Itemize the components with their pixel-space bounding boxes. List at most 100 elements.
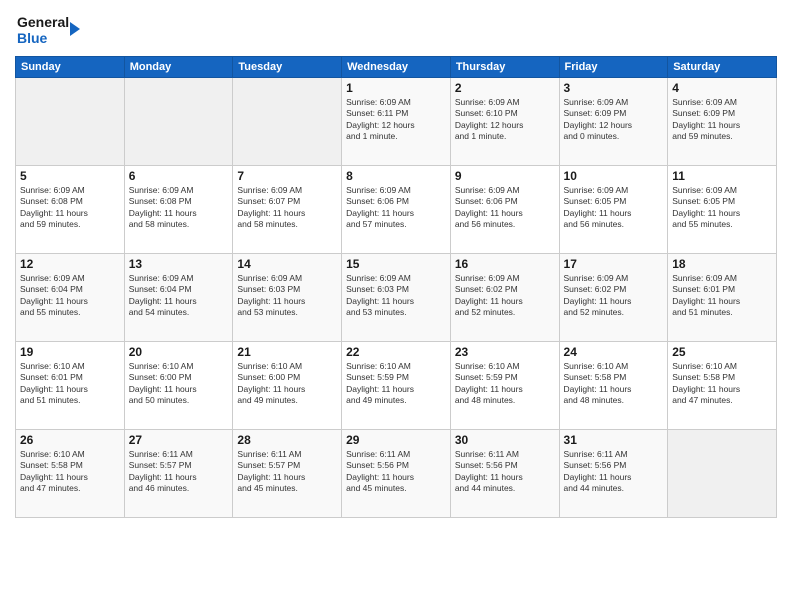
day-info: Sunrise: 6:10 AM Sunset: 5:58 PM Dayligh… <box>20 449 120 495</box>
day-number: 10 <box>564 169 664 183</box>
calendar-cell: 1 Sunrise: 6:09 AM Sunset: 6:11 PM Daylig… <box>342 78 451 166</box>
calendar-cell <box>668 430 777 518</box>
day-info: Sunrise: 6:10 AM Sunset: 6:01 PM Dayligh… <box>20 361 120 407</box>
calendar-cell: 7 Sunrise: 6:09 AM Sunset: 6:07 PM Daylig… <box>233 166 342 254</box>
calendar-cell: 29 Sunrise: 6:11 AM Sunset: 5:56 PM Dayli… <box>342 430 451 518</box>
logo: GeneralBlue <box>15 10 85 48</box>
calendar-cell <box>16 78 125 166</box>
day-info: Sunrise: 6:10 AM Sunset: 5:58 PM Dayligh… <box>672 361 772 407</box>
calendar-cell: 19Sunrise: 6:10 AM Sunset: 6:01 PM Dayli… <box>16 342 125 430</box>
calendar-cell: 27Sunrise: 6:11 AM Sunset: 5:57 PM Dayli… <box>124 430 233 518</box>
day-number: 16 <box>455 257 555 271</box>
svg-text:Blue: Blue <box>17 30 48 46</box>
calendar-cell: 25 Sunrise: 6:10 AM Sunset: 5:58 PM Dayli… <box>668 342 777 430</box>
weekday-header-tuesday: Tuesday <box>233 57 342 78</box>
day-number: 14 <box>237 257 337 271</box>
svg-text:General: General <box>17 14 69 30</box>
weekday-header-sunday: Sunday <box>16 57 125 78</box>
weekday-header-monday: Monday <box>124 57 233 78</box>
day-number: 1 <box>346 81 446 95</box>
calendar-cell: 2Sunrise: 6:09 AM Sunset: 6:10 PM Daylig… <box>450 78 559 166</box>
day-number: 29 <box>346 433 446 447</box>
day-info: Sunrise: 6:10 AM Sunset: 6:00 PM Dayligh… <box>237 361 337 407</box>
day-info: Sunrise: 6:09 AM Sunset: 6:03 PM Dayligh… <box>346 273 446 319</box>
calendar-week-3: 12 Sunrise: 6:09 AM Sunset: 6:04 PM Dayli… <box>16 254 777 342</box>
day-info: Sunrise: 6:09 AM Sunset: 6:05 PM Dayligh… <box>564 185 664 231</box>
calendar-page: GeneralBlue SundayMondayTuesdayWednesday… <box>0 0 792 612</box>
calendar-cell: 3Sunrise: 6:09 AM Sunset: 6:09 PM Daylig… <box>559 78 668 166</box>
day-info: Sunrise: 6:10 AM Sunset: 6:00 PM Dayligh… <box>129 361 229 407</box>
weekday-header-wednesday: Wednesday <box>342 57 451 78</box>
calendar-cell: 13 Sunrise: 6:09 AM Sunset: 6:04 PM Dayli… <box>124 254 233 342</box>
day-number: 23 <box>455 345 555 359</box>
day-number: 13 <box>129 257 229 271</box>
day-info: Sunrise: 6:09 AM Sunset: 6:02 PM Dayligh… <box>455 273 555 319</box>
calendar-cell: 10 Sunrise: 6:09 AM Sunset: 6:05 PM Dayli… <box>559 166 668 254</box>
day-number: 25 <box>672 345 772 359</box>
calendar-cell: 5 Sunrise: 6:09 AM Sunset: 6:08 PM Daylig… <box>16 166 125 254</box>
calendar-cell: 30 Sunrise: 6:11 AM Sunset: 5:56 PM Dayli… <box>450 430 559 518</box>
weekday-header-friday: Friday <box>559 57 668 78</box>
calendar-week-4: 19Sunrise: 6:10 AM Sunset: 6:01 PM Dayli… <box>16 342 777 430</box>
weekday-header-thursday: Thursday <box>450 57 559 78</box>
calendar-cell: 31Sunrise: 6:11 AM Sunset: 5:56 PM Dayli… <box>559 430 668 518</box>
calendar-cell: 22Sunrise: 6:10 AM Sunset: 5:59 PM Dayli… <box>342 342 451 430</box>
day-info: Sunrise: 6:10 AM Sunset: 5:58 PM Dayligh… <box>564 361 664 407</box>
calendar-cell: 28 Sunrise: 6:11 AM Sunset: 5:57 PM Dayli… <box>233 430 342 518</box>
calendar-cell: 15 Sunrise: 6:09 AM Sunset: 6:03 PM Dayli… <box>342 254 451 342</box>
day-info: Sunrise: 6:09 AM Sunset: 6:08 PM Dayligh… <box>20 185 120 231</box>
day-info: Sunrise: 6:11 AM Sunset: 5:56 PM Dayligh… <box>455 449 555 495</box>
day-info: Sunrise: 6:09 AM Sunset: 6:11 PM Dayligh… <box>346 97 446 143</box>
day-number: 12 <box>20 257 120 271</box>
calendar-cell: 21 Sunrise: 6:10 AM Sunset: 6:00 PM Dayli… <box>233 342 342 430</box>
header: GeneralBlue <box>15 10 777 48</box>
day-number: 8 <box>346 169 446 183</box>
day-info: Sunrise: 6:09 AM Sunset: 6:07 PM Dayligh… <box>237 185 337 231</box>
day-info: Sunrise: 6:10 AM Sunset: 5:59 PM Dayligh… <box>346 361 446 407</box>
calendar-cell: 16 Sunrise: 6:09 AM Sunset: 6:02 PM Dayli… <box>450 254 559 342</box>
weekday-header-row: SundayMondayTuesdayWednesdayThursdayFrid… <box>16 57 777 78</box>
day-info: Sunrise: 6:09 AM Sunset: 6:01 PM Dayligh… <box>672 273 772 319</box>
calendar-cell: 11Sunrise: 6:09 AM Sunset: 6:05 PM Dayli… <box>668 166 777 254</box>
day-info: Sunrise: 6:10 AM Sunset: 5:59 PM Dayligh… <box>455 361 555 407</box>
day-number: 21 <box>237 345 337 359</box>
day-info: Sunrise: 6:09 AM Sunset: 6:06 PM Dayligh… <box>455 185 555 231</box>
day-number: 31 <box>564 433 664 447</box>
day-info: Sunrise: 6:09 AM Sunset: 6:09 PM Dayligh… <box>564 97 664 143</box>
weekday-header-saturday: Saturday <box>668 57 777 78</box>
calendar-cell: 24 Sunrise: 6:10 AM Sunset: 5:58 PM Dayli… <box>559 342 668 430</box>
day-number: 9 <box>455 169 555 183</box>
day-info: Sunrise: 6:09 AM Sunset: 6:04 PM Dayligh… <box>129 273 229 319</box>
day-info: Sunrise: 6:11 AM Sunset: 5:56 PM Dayligh… <box>346 449 446 495</box>
calendar-cell: 23 Sunrise: 6:10 AM Sunset: 5:59 PM Dayli… <box>450 342 559 430</box>
day-number: 2 <box>455 81 555 95</box>
day-info: Sunrise: 6:09 AM Sunset: 6:06 PM Dayligh… <box>346 185 446 231</box>
day-info: Sunrise: 6:09 AM Sunset: 6:08 PM Dayligh… <box>129 185 229 231</box>
day-number: 30 <box>455 433 555 447</box>
day-info: Sunrise: 6:09 AM Sunset: 6:04 PM Dayligh… <box>20 273 120 319</box>
day-number: 24 <box>564 345 664 359</box>
calendar-cell: 18 Sunrise: 6:09 AM Sunset: 6:01 PM Dayli… <box>668 254 777 342</box>
day-number: 20 <box>129 345 229 359</box>
day-number: 6 <box>129 169 229 183</box>
calendar-cell: 9 Sunrise: 6:09 AM Sunset: 6:06 PM Daylig… <box>450 166 559 254</box>
logo-svg: GeneralBlue <box>15 10 85 48</box>
calendar-week-1: 1 Sunrise: 6:09 AM Sunset: 6:11 PM Daylig… <box>16 78 777 166</box>
day-info: Sunrise: 6:09 AM Sunset: 6:09 PM Dayligh… <box>672 97 772 143</box>
day-number: 7 <box>237 169 337 183</box>
calendar-cell: 17Sunrise: 6:09 AM Sunset: 6:02 PM Dayli… <box>559 254 668 342</box>
day-info: Sunrise: 6:09 AM Sunset: 6:05 PM Dayligh… <box>672 185 772 231</box>
calendar-cell: 6 Sunrise: 6:09 AM Sunset: 6:08 PM Daylig… <box>124 166 233 254</box>
day-number: 28 <box>237 433 337 447</box>
day-number: 5 <box>20 169 120 183</box>
calendar-table: SundayMondayTuesdayWednesdayThursdayFrid… <box>15 56 777 518</box>
day-number: 15 <box>346 257 446 271</box>
day-number: 18 <box>672 257 772 271</box>
calendar-week-2: 5 Sunrise: 6:09 AM Sunset: 6:08 PM Daylig… <box>16 166 777 254</box>
day-info: Sunrise: 6:11 AM Sunset: 5:57 PM Dayligh… <box>129 449 229 495</box>
calendar-cell: 20 Sunrise: 6:10 AM Sunset: 6:00 PM Dayli… <box>124 342 233 430</box>
calendar-cell: 12 Sunrise: 6:09 AM Sunset: 6:04 PM Dayli… <box>16 254 125 342</box>
day-info: Sunrise: 6:11 AM Sunset: 5:57 PM Dayligh… <box>237 449 337 495</box>
calendar-cell <box>233 78 342 166</box>
calendar-cell: 8 Sunrise: 6:09 AM Sunset: 6:06 PM Daylig… <box>342 166 451 254</box>
